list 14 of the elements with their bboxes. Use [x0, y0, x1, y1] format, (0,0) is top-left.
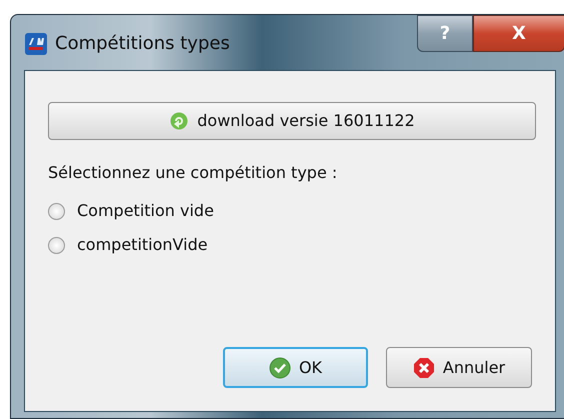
- cancel-button[interactable]: Annuler: [386, 347, 532, 388]
- download-button[interactable]: download versie 16011122: [48, 102, 536, 140]
- radio-button[interactable]: [48, 236, 65, 254]
- app-logo-icon: [25, 32, 47, 54]
- cancel-icon: [412, 356, 435, 378]
- ok-button[interactable]: OK: [223, 347, 368, 388]
- checkmark-icon: [268, 356, 291, 378]
- refresh-icon: [169, 111, 190, 131]
- close-button[interactable]: X: [473, 15, 564, 52]
- option-label[interactable]: competitionVide: [77, 233, 208, 257]
- radio-button[interactable]: [48, 202, 65, 220]
- window-title: Compétitions types: [55, 32, 230, 56]
- option-label[interactable]: Competition vide: [77, 199, 214, 223]
- prompt-label: Sélectionnez une compétition type :: [48, 162, 338, 184]
